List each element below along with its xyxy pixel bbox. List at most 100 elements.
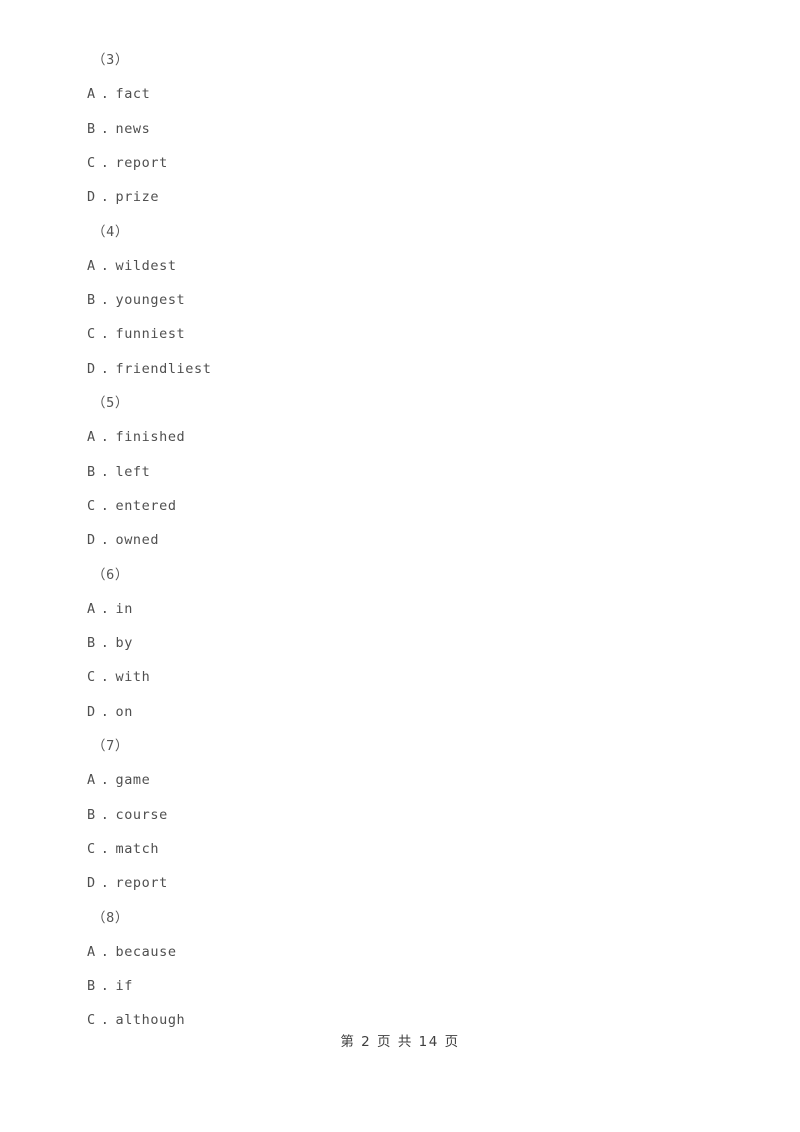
option-text: report	[115, 875, 168, 892]
option-text: finished	[115, 429, 186, 446]
option-separator: .	[100, 600, 110, 617]
option-separator: .	[100, 360, 110, 377]
option-separator: .	[100, 772, 110, 789]
option-letter: C	[87, 1012, 96, 1029]
option-letter: A	[87, 600, 96, 617]
option-letter: B	[87, 292, 96, 309]
answer-option[interactable]: C. match	[0, 837, 800, 861]
option-separator: .	[100, 429, 110, 446]
answer-option[interactable]: D. owned	[0, 528, 800, 552]
option-letter: D	[87, 532, 96, 549]
answer-option[interactable]: B. by	[0, 631, 800, 655]
option-letter: B	[87, 120, 96, 137]
option-letter: B	[87, 978, 96, 995]
option-separator: .	[100, 86, 110, 103]
option-text: because	[115, 943, 177, 960]
option-letter: C	[87, 326, 96, 343]
answer-option[interactable]: B. left	[0, 460, 800, 484]
option-text: with	[115, 669, 151, 686]
option-separator: .	[100, 463, 110, 480]
answer-option[interactable]: D. on	[0, 700, 800, 724]
answer-option[interactable]: A. because	[0, 940, 800, 964]
answer-option[interactable]: C. although	[0, 1008, 800, 1032]
page-footer: 第 2 页 共 14 页	[340, 1034, 460, 1050]
question-number: （4）	[92, 223, 129, 240]
option-letter: C	[87, 497, 96, 514]
option-text: on	[115, 703, 133, 720]
option-separator: .	[100, 703, 110, 720]
option-letter: C	[87, 840, 96, 857]
option-separator: .	[100, 1012, 110, 1029]
option-separator: .	[100, 978, 110, 995]
document-page: （3） A. fact B. news C. report D. prize （4） A. wilde…	[0, 0, 800, 1132]
option-separator: .	[100, 257, 110, 274]
answer-option[interactable]: D. prize	[0, 185, 800, 209]
option-letter: D	[87, 875, 96, 892]
option-letter: B	[87, 463, 96, 480]
answer-option[interactable]: B. if	[0, 974, 800, 998]
option-letter: A	[87, 943, 96, 960]
option-text: wildest	[115, 257, 177, 274]
option-letter: D	[87, 189, 96, 206]
option-text: in	[115, 600, 133, 617]
option-letter: D	[87, 703, 96, 720]
option-text: entered	[115, 497, 177, 514]
option-text: youngest	[115, 292, 186, 309]
answer-option[interactable]: C. funniest	[0, 322, 800, 346]
answer-option[interactable]: A. game	[0, 768, 800, 792]
option-text: funniest	[115, 326, 186, 343]
option-letter: A	[87, 86, 96, 103]
option-letter: C	[87, 154, 96, 171]
option-text: friendliest	[115, 360, 212, 377]
option-text: course	[115, 806, 168, 823]
option-letter: C	[87, 669, 96, 686]
option-separator: .	[100, 154, 110, 171]
answer-option[interactable]: A. wildest	[0, 254, 800, 278]
option-letter: B	[87, 806, 96, 823]
option-letter: B	[87, 635, 96, 652]
option-text: match	[115, 840, 160, 857]
option-separator: .	[100, 669, 110, 686]
option-separator: .	[100, 532, 110, 549]
answer-option[interactable]: C. with	[0, 665, 800, 689]
option-text: although	[115, 1012, 186, 1029]
option-letter: A	[87, 772, 96, 789]
answer-option[interactable]: B. news	[0, 117, 800, 141]
option-separator: .	[100, 326, 110, 343]
option-text: report	[115, 154, 168, 171]
option-separator: .	[100, 806, 110, 823]
option-letter: A	[87, 429, 96, 446]
question-number: （7）	[92, 738, 129, 754]
option-separator: .	[100, 840, 110, 857]
option-letter: D	[87, 360, 96, 377]
option-separator: .	[100, 292, 110, 309]
option-text: if	[115, 978, 133, 995]
option-separator: .	[100, 497, 110, 514]
option-text: prize	[115, 189, 160, 206]
option-separator: .	[100, 943, 110, 960]
question-number: （3）	[92, 52, 129, 68]
answer-option[interactable]: C. entered	[0, 494, 800, 518]
option-text: fact	[115, 86, 151, 103]
option-text: news	[115, 120, 151, 137]
option-separator: .	[100, 875, 110, 892]
question-number: （5）	[92, 395, 129, 411]
question-number: （8）	[92, 909, 129, 926]
option-separator: .	[100, 120, 110, 137]
question-number: （6）	[92, 566, 129, 583]
answer-option[interactable]: D. report	[0, 871, 800, 895]
answer-option[interactable]: C. report	[0, 151, 800, 175]
option-letter: A	[87, 257, 96, 274]
option-text: owned	[115, 532, 160, 549]
option-text: by	[115, 635, 133, 652]
option-separator: .	[100, 635, 110, 652]
option-text: game	[115, 772, 151, 789]
option-separator: .	[100, 189, 110, 206]
option-text: left	[115, 463, 151, 480]
answer-option[interactable]: B. course	[0, 803, 800, 827]
answer-option[interactable]: B. youngest	[0, 288, 800, 312]
answer-option[interactable]: A. fact	[0, 82, 800, 106]
answer-option[interactable]: A. in	[0, 597, 800, 621]
answer-option[interactable]: A. finished	[0, 425, 800, 449]
answer-option[interactable]: D. friendliest	[0, 357, 800, 381]
